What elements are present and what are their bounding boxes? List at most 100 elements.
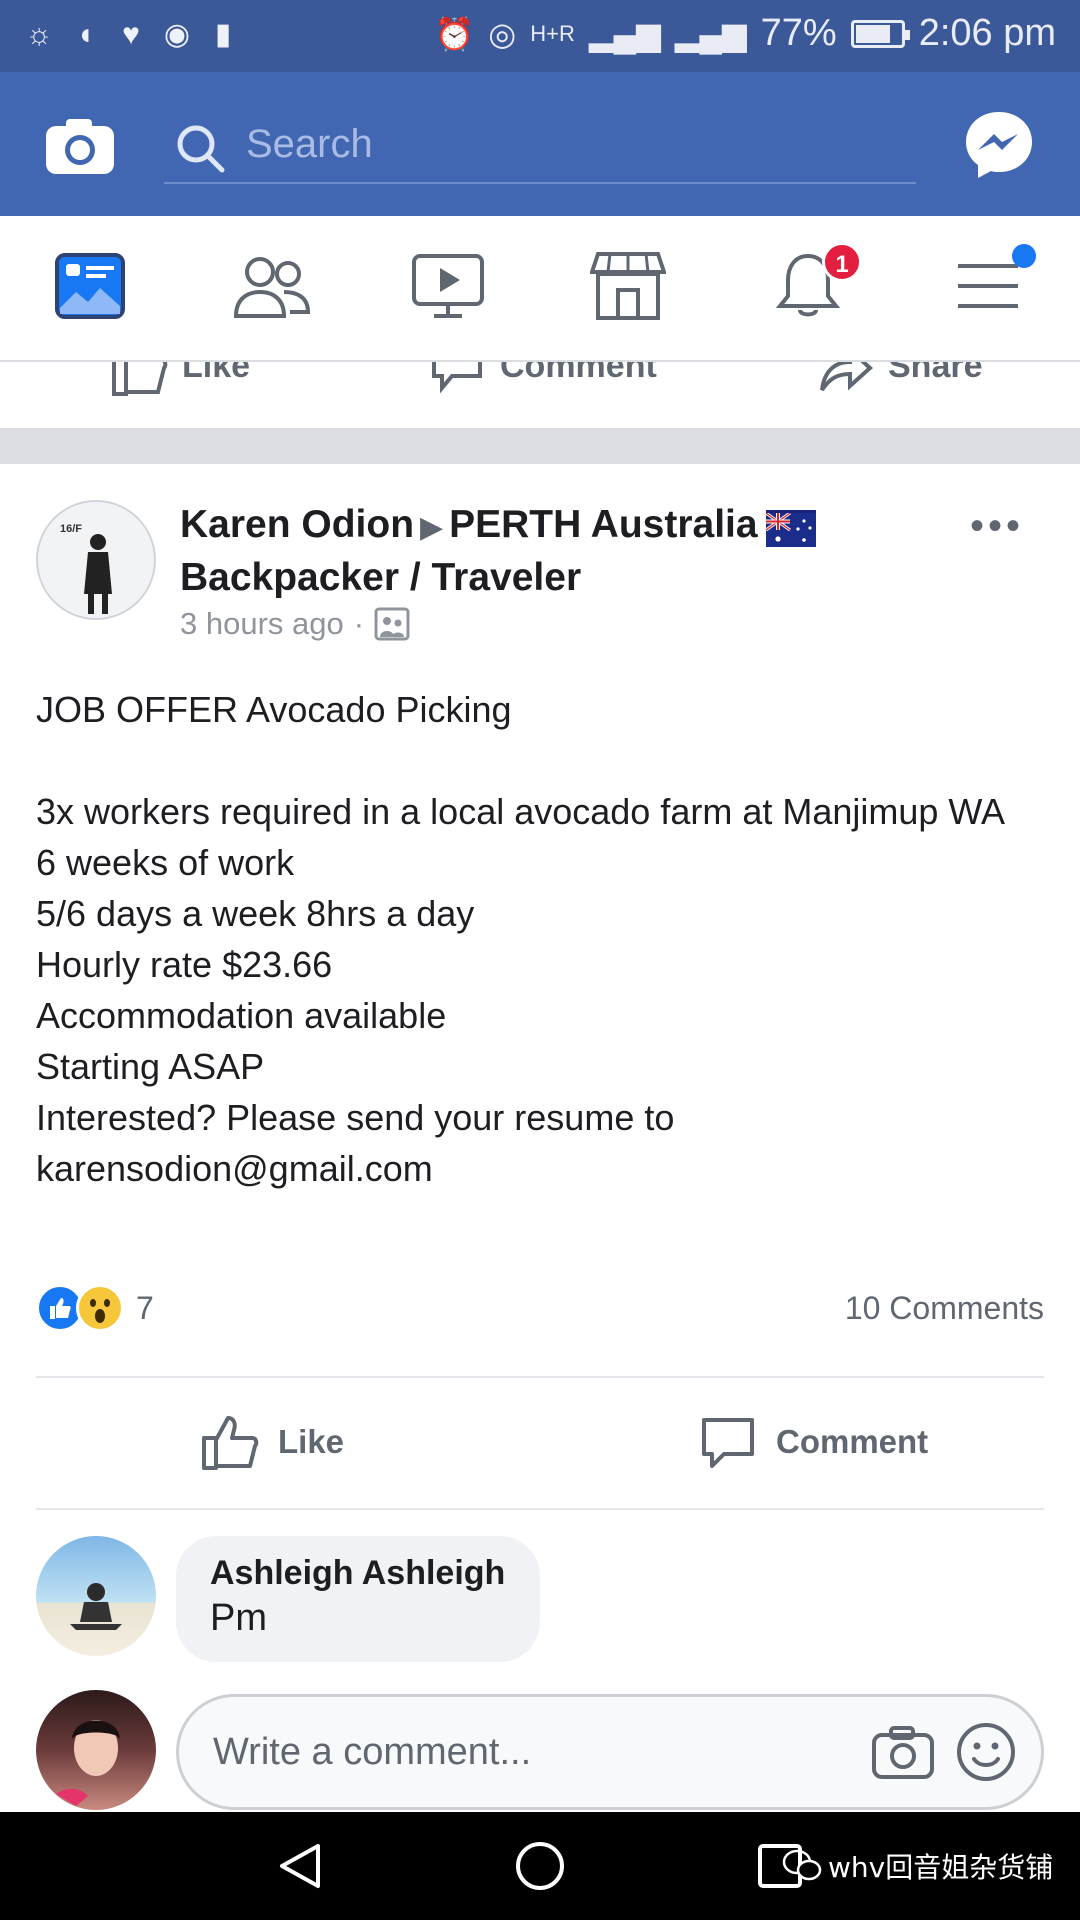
comment-text: Pm <box>210 1597 267 1639</box>
search-input[interactable]: Search <box>246 122 373 167</box>
app-header: Search <box>0 72 1080 216</box>
post-divider-top <box>36 1376 1044 1378</box>
post-body-line: Interested? Please send your resume to k… <box>36 1097 675 1189</box>
status-system-icons: ⏰ ◎ H+R ▂▄▆ ▂▄▆ 77% 2:06 pm <box>434 12 1056 55</box>
comment-placeholder: Write a comment... <box>213 1731 532 1773</box>
current-user-avatar[interactable] <box>36 1690 156 1810</box>
messenger-icon <box>966 112 1032 178</box>
group-privacy-icon <box>374 607 410 641</box>
group-name-line2[interactable]: Backpacker / Traveler <box>180 556 581 599</box>
main-nav: 1 <box>0 216 1080 362</box>
battery-fill <box>855 24 890 43</box>
more-options-icon: ••• <box>969 504 1024 548</box>
comment-camera-icon[interactable] <box>871 1725 935 1781</box>
sticker-icon[interactable] <box>955 1721 1017 1783</box>
comment-icon <box>432 362 482 394</box>
feed-separator <box>0 428 1080 464</box>
weibo-icon: ◉ <box>163 18 191 51</box>
post-body-line: 5/6 days a week 8hrs a day <box>36 893 475 934</box>
tab-menu[interactable] <box>952 244 1036 330</box>
wechat-icon <box>782 1849 822 1881</box>
alert-icon: ▮ <box>214 18 232 51</box>
commenter-name[interactable]: Ashleigh Ashleigh <box>210 1554 506 1593</box>
post-body-line: Hourly rate $23.66 <box>36 944 333 985</box>
post-header-title: Karen Odion ▶ PERTH Australia Backpacker /… <box>180 500 880 603</box>
battery-percent: 77% <box>760 12 837 54</box>
system-navigation-bar: whv回音姐杂货铺 <box>0 1812 1080 1920</box>
back-icon[interactable] <box>274 1840 326 1892</box>
reaction-count: 7 <box>136 1289 154 1326</box>
post-body-line: 3x workers required in a local avocado f… <box>36 791 1006 832</box>
signal-icon: H+R <box>530 20 575 46</box>
camera-icon <box>46 119 114 174</box>
previous-like-label: Like <box>182 362 251 385</box>
alarm-icon: ⏰ <box>434 15 475 52</box>
messenger-button[interactable] <box>962 108 1036 182</box>
tab-friends[interactable] <box>232 250 312 330</box>
group-name[interactable]: PERTH Australia <box>449 503 757 546</box>
clock: 2:06 pm <box>918 12 1056 54</box>
comment-button[interactable]: Comment <box>698 1412 928 1472</box>
health-icon: ♥ <box>122 18 140 51</box>
thumbs-up-icon <box>202 1416 259 1470</box>
avatar-text: 16/F <box>60 523 82 535</box>
current-user-photo <box>56 1720 120 1806</box>
commenter-photo <box>70 1583 122 1630</box>
comment-label: Comment <box>776 1423 929 1460</box>
post-body-line: Accommodation available <box>36 995 447 1036</box>
search-icon <box>177 125 225 173</box>
australia-flag-icon <box>764 509 816 547</box>
app-notification-icon: ◖ <box>75 18 95 51</box>
signal-bars-icon-2: ▂▄▆ <box>674 15 747 52</box>
eye-comfort-icon: ◎ <box>488 15 517 52</box>
author-avatar[interactable]: 16/F <box>36 500 156 620</box>
video-icon <box>412 254 484 318</box>
like-button[interactable]: Like <box>200 1412 344 1472</box>
post-body-line: Starting ASAP <box>36 1046 265 1087</box>
home-icon[interactable] <box>514 1840 566 1892</box>
previous-share-button[interactable]: Share <box>816 362 983 396</box>
tab-notifications[interactable]: 1 <box>772 242 862 330</box>
post-timestamp[interactable]: 3 hours ago <box>180 606 344 642</box>
reactions-summary[interactable]: 7 <box>36 1282 154 1334</box>
commenter-avatar[interactable] <box>36 1536 156 1656</box>
previous-comment-button[interactable]: Comment <box>428 362 657 396</box>
signal-bars-icon: ▂▄▆ <box>588 15 661 52</box>
post-body-line: JOB OFFER Avocado Picking <box>36 689 512 730</box>
tab-news-feed[interactable] <box>54 250 134 330</box>
thumbs-up-icon <box>112 362 168 396</box>
status-notification-icons: ☼ ◖ ♥ ◉ ▮ <box>22 18 240 52</box>
comment-count[interactable]: 10 Comments <box>845 1290 1044 1327</box>
tab-watch[interactable] <box>410 250 490 330</box>
status-bar: ☼ ◖ ♥ ◉ ▮ ⏰ ◎ H+R ▂▄▆ ▂▄▆ 77% 2:06 pm <box>0 0 1080 72</box>
wow-reaction-icon <box>76 1284 124 1332</box>
post-body-line: 6 weeks of work <box>36 842 295 883</box>
search-bar[interactable]: Search <box>164 108 916 184</box>
previous-post-actions: Like Comment Share <box>0 362 1080 428</box>
play-arrow-icon: ▶ <box>420 511 444 544</box>
post-body-line <box>36 735 1046 786</box>
author-name[interactable]: Karen Odion <box>180 503 414 546</box>
meta-dot: · <box>353 606 365 641</box>
post-options-button[interactable]: ••• <box>970 504 1024 549</box>
like-label: Like <box>278 1423 345 1460</box>
comment-input[interactable]: Write a comment... <box>176 1694 1044 1810</box>
post-divider-bottom <box>36 1508 1044 1510</box>
menu-new-dot <box>1012 244 1036 268</box>
share-icon <box>820 362 873 392</box>
previous-comment-label: Comment <box>500 362 657 385</box>
comment-bubble[interactable]: Ashleigh Ashleigh Pm <box>176 1536 540 1662</box>
battery-icon <box>850 19 910 48</box>
previous-like-button[interactable]: Like <box>110 362 250 396</box>
camera-button[interactable] <box>44 116 116 176</box>
comment-icon <box>702 1418 754 1468</box>
previous-share-label: Share <box>888 362 983 385</box>
watermark-text: whv回音姐杂货铺 <box>828 1851 1054 1884</box>
friends-icon <box>233 257 311 318</box>
post-meta: 3 hours ago · <box>180 606 410 642</box>
tab-marketplace[interactable] <box>589 250 670 330</box>
author-photo: 16/F <box>38 502 154 618</box>
post-card: 16/F Karen Odion ▶ PERTH Australia Backp… <box>0 464 1080 1812</box>
post-body: JOB OFFER Avocado Picking 3x workers req… <box>36 684 1046 1194</box>
marketplace-icon <box>589 252 667 320</box>
